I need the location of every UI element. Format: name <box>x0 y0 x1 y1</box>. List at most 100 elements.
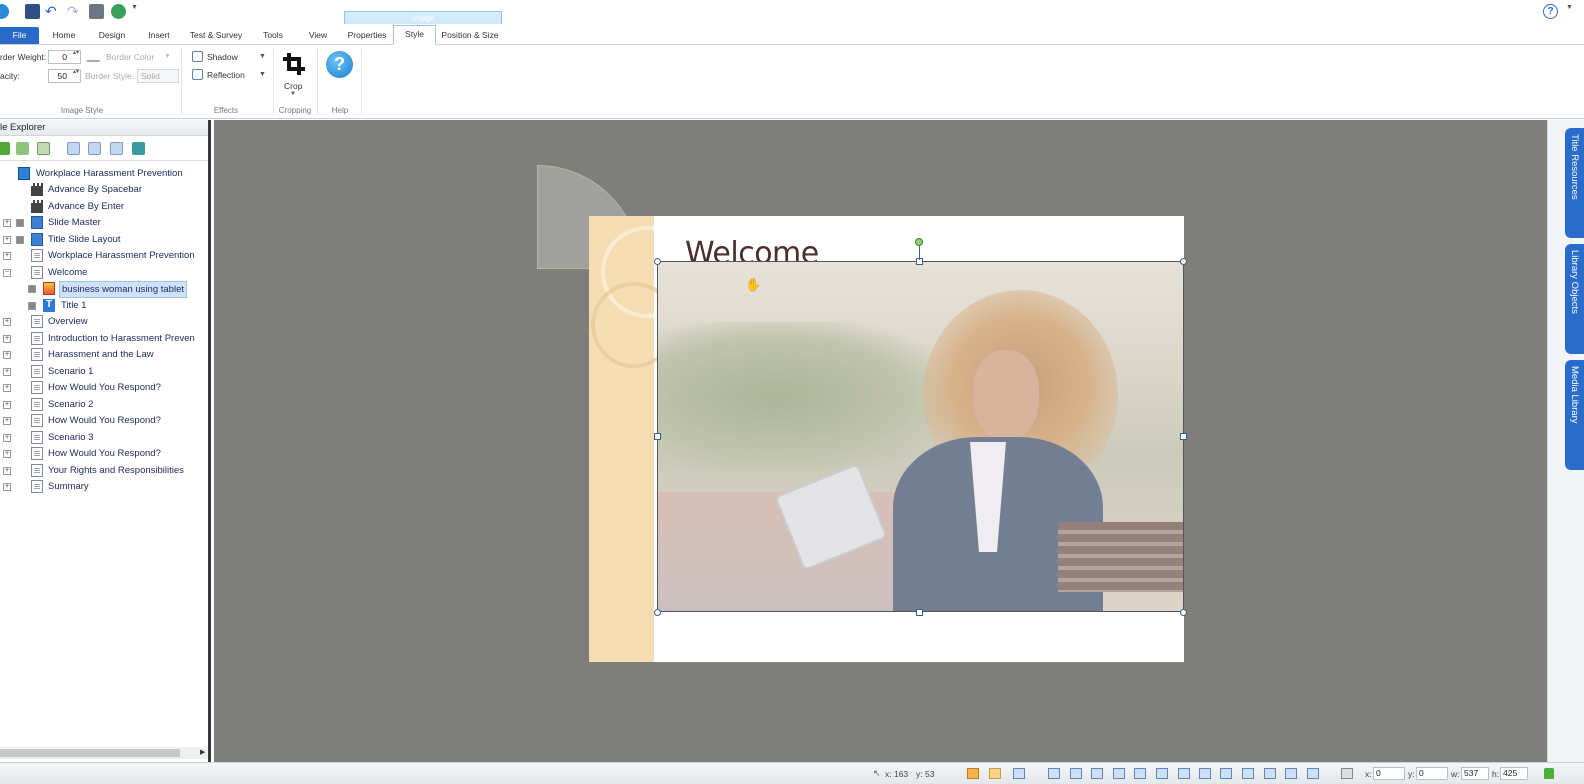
undo-icon[interactable]: ↶ <box>45 4 60 19</box>
tab-file[interactable]: File <box>0 27 39 44</box>
shadow-label: Shadow <box>207 52 238 62</box>
reflection-dropdown-icon[interactable]: ▼ <box>259 71 266 78</box>
width-field[interactable]: 537 <box>1461 767 1489 780</box>
expand-icon[interactable]: + <box>3 236 11 244</box>
same-height-icon[interactable] <box>1285 768 1297 779</box>
tab-tools[interactable]: Tools <box>258 27 288 45</box>
cursor-x-readout: x: 163 <box>885 769 908 779</box>
app-icon[interactable] <box>0 4 9 19</box>
tab-media-library-label: Media Library <box>1569 366 1580 424</box>
ribbon-options-icon[interactable]: ▼ <box>1566 4 1581 19</box>
expand-icon[interactable]: + <box>3 318 11 326</box>
shadow-checkbox[interactable] <box>192 51 203 62</box>
collapse-icon[interactable]: − <box>3 269 11 277</box>
add-section-icon[interactable] <box>37 142 50 155</box>
expand-icon[interactable]: + <box>3 450 11 458</box>
tab-media-library[interactable]: Media Library <box>1565 360 1584 470</box>
expand-icon[interactable]: + <box>3 401 11 409</box>
preview-mode-icon[interactable] <box>989 768 1001 779</box>
opacity-spinner[interactable]: 50 <box>48 69 81 83</box>
tree-node-label: Your Rights and Responsibilities <box>48 463 184 478</box>
expand-icon[interactable]: + <box>3 483 11 491</box>
tree-node-label: Overview <box>48 314 88 329</box>
slide-canvas[interactable]: Welcome ✋ <box>214 120 1547 762</box>
scrollbar-thumb[interactable] <box>0 749 180 757</box>
expand-icon[interactable]: + <box>3 335 11 343</box>
publish-mode-icon[interactable] <box>1013 768 1025 779</box>
tab-view[interactable]: View <box>303 27 333 45</box>
tree-node-label: Scenario 3 <box>48 430 93 445</box>
checkbox-icon[interactable] <box>28 302 36 310</box>
scroll-right-icon[interactable]: ▶ <box>200 748 205 756</box>
expand-icon[interactable]: + <box>3 219 11 227</box>
tab-design[interactable]: Design <box>94 27 130 45</box>
resize-handle-ne[interactable] <box>1180 258 1187 265</box>
expand-icon[interactable]: + <box>3 252 11 260</box>
expand-icon[interactable]: + <box>3 368 11 376</box>
checkbox-icon[interactable] <box>28 285 36 293</box>
move-up-icon[interactable] <box>67 142 80 155</box>
tab-test-survey[interactable]: Test & Survey <box>186 27 246 45</box>
expand-icon[interactable]: + <box>3 417 11 425</box>
resize-handle-nw[interactable] <box>654 258 661 265</box>
same-width-icon[interactable] <box>1264 768 1276 779</box>
print-icon[interactable] <box>89 4 104 19</box>
reflection-checkbox[interactable] <box>192 69 203 80</box>
help-circle-icon[interactable]: ? <box>1543 4 1558 19</box>
tab-style[interactable]: Style <box>393 25 436 45</box>
help-button[interactable]: ? <box>326 51 353 78</box>
bring-front-icon[interactable] <box>1178 768 1190 779</box>
expand-icon[interactable]: + <box>3 384 11 392</box>
border-color-button[interactable]: Border Color <box>106 52 154 62</box>
border-style-select[interactable]: Solid <box>137 69 179 83</box>
align-left-icon[interactable] <box>1048 768 1060 779</box>
edit-mode-icon[interactable] <box>967 768 979 779</box>
tab-position-size[interactable]: Position & Size <box>440 27 500 45</box>
tab-insert[interactable]: Insert <box>143 27 175 45</box>
resize-handle-se[interactable] <box>1180 609 1187 616</box>
rotate-handle[interactable] <box>915 238 923 246</box>
crop-button[interactable]: Crop ▼ <box>278 49 310 101</box>
height-field[interactable]: 425 <box>1500 767 1528 780</box>
send-back-icon[interactable] <box>1199 768 1211 779</box>
resize-handle-w[interactable] <box>654 433 661 440</box>
shadow-dropdown-icon[interactable]: ▼ <box>259 53 266 60</box>
align-top-icon[interactable] <box>1113 768 1125 779</box>
checkbox-icon[interactable] <box>16 236 24 244</box>
move-down-icon[interactable] <box>88 142 101 155</box>
align-bottom-icon[interactable] <box>1156 768 1168 779</box>
align-middle-icon[interactable] <box>1134 768 1146 779</box>
resize-handle-e[interactable] <box>1180 433 1187 440</box>
align-right-icon[interactable] <box>1091 768 1103 779</box>
expand-icon[interactable]: + <box>3 351 11 359</box>
tab-library-objects[interactable]: Library Objects <box>1565 244 1584 354</box>
indent-icon[interactable] <box>110 142 123 155</box>
resize-handle-s[interactable] <box>916 609 923 616</box>
customize-dropdown-icon[interactable]: ▼ <box>131 4 146 19</box>
lock-icon[interactable] <box>1544 768 1554 779</box>
business-woman-image[interactable] <box>657 261 1184 612</box>
refresh-icon[interactable] <box>132 142 145 155</box>
save-icon[interactable] <box>25 4 40 19</box>
add-page-icon[interactable] <box>16 142 29 155</box>
expand-icon[interactable]: + <box>3 467 11 475</box>
tab-home[interactable]: Home <box>48 27 80 45</box>
checkbox-icon[interactable] <box>16 219 24 227</box>
align-center-icon[interactable] <box>1070 768 1082 779</box>
publish-globe-icon[interactable] <box>111 4 126 19</box>
tab-title-resources[interactable]: Title Resources <box>1565 128 1584 238</box>
border-weight-spinner[interactable]: 0 <box>48 50 81 64</box>
expand-icon[interactable]: + <box>3 434 11 442</box>
redo-icon[interactable]: ↷ <box>67 4 82 19</box>
add-chapter-icon[interactable] <box>0 142 10 155</box>
tab-properties[interactable]: Properties <box>345 27 389 45</box>
distribute-horizontal-icon[interactable] <box>1220 768 1232 779</box>
slide[interactable]: Welcome ✋ <box>589 216 1184 662</box>
distribute-vertical-icon[interactable] <box>1242 768 1254 779</box>
same-size-icon[interactable] <box>1307 768 1319 779</box>
horizontal-scrollbar[interactable]: ▶ <box>0 747 208 759</box>
border-color-dropdown-icon[interactable]: ▼ <box>164 53 171 60</box>
x-position-field[interactable]: 0 <box>1373 767 1405 780</box>
resize-handle-sw[interactable] <box>654 609 661 616</box>
y-position-field[interactable]: 0 <box>1416 767 1448 780</box>
